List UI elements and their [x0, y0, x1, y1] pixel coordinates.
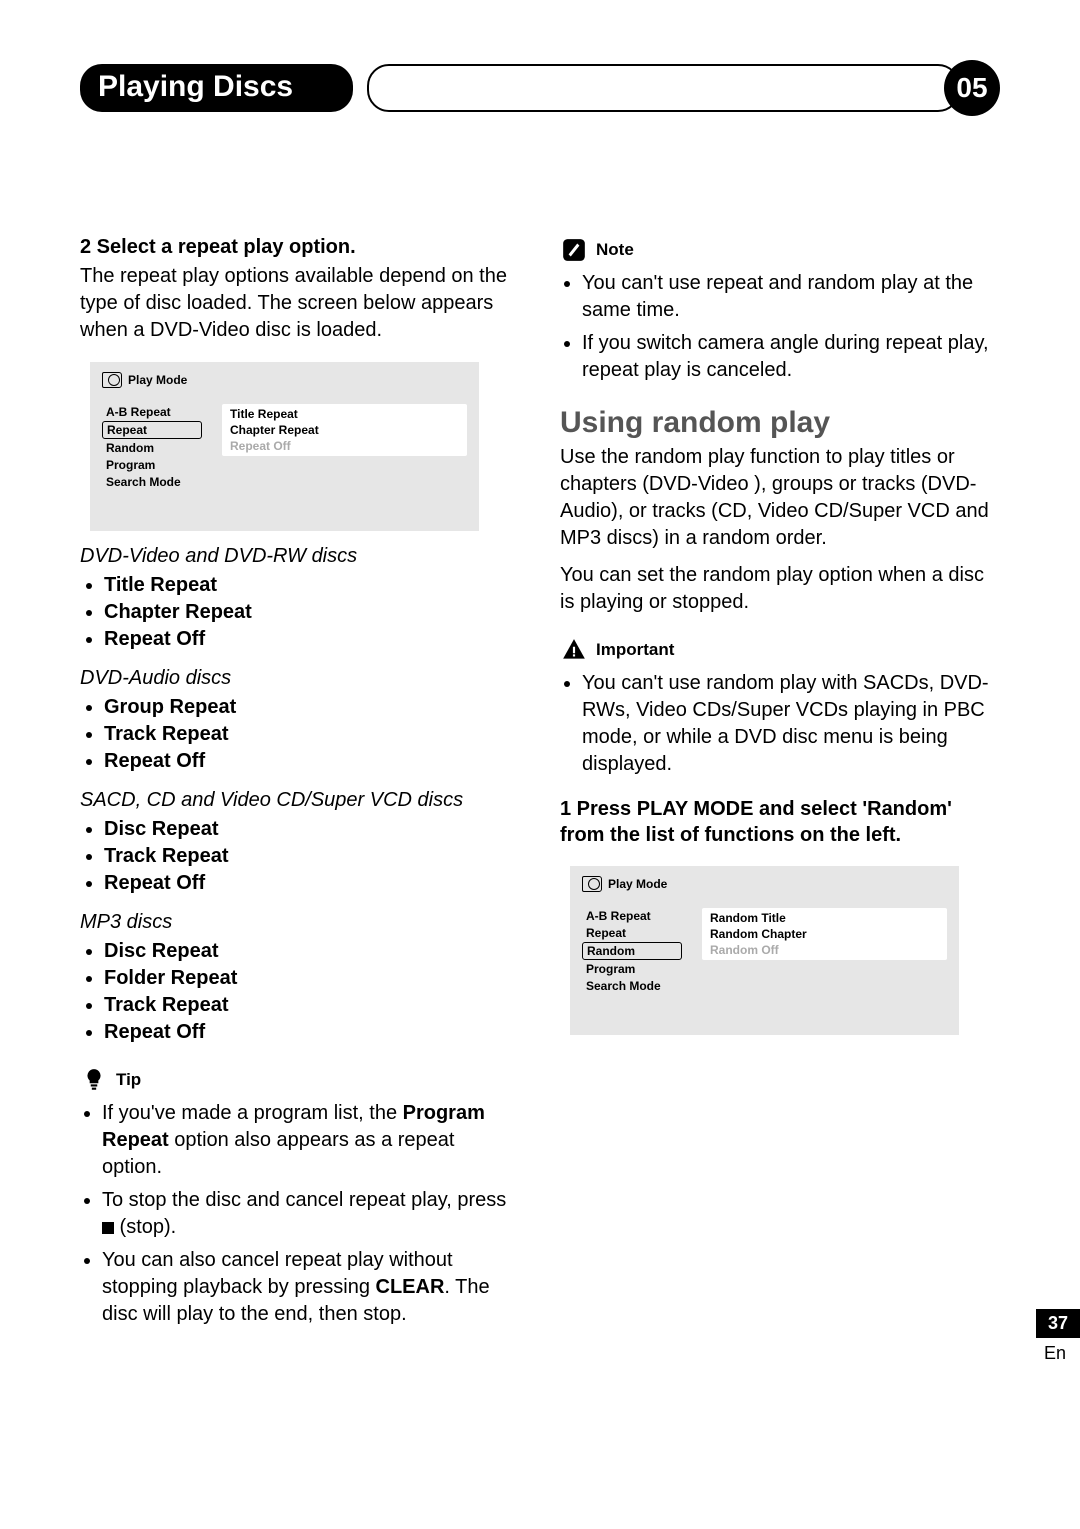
repeat-option: Title Repeat: [104, 572, 520, 599]
osd-menu-item: Repeat: [102, 421, 202, 439]
osd-menu-item: A-B Repeat: [102, 404, 202, 420]
disc-type-label: DVD-Audio discs: [80, 667, 520, 690]
note-icon: [560, 236, 588, 264]
osd-menu-item: Random: [582, 942, 682, 960]
repeat-options-list: Disc RepeatFolder RepeatTrack RepeatRepe…: [80, 938, 520, 1046]
repeat-option: Chapter Repeat: [104, 599, 520, 626]
osd-menu-item: Search Mode: [582, 978, 682, 994]
osd-menu-item: Program: [102, 457, 202, 473]
repeat-option: Group Repeat: [104, 694, 520, 721]
left-column: 2 Select a repeat play option. The repea…: [80, 236, 520, 1346]
osd-option-item: Repeat Off: [230, 438, 459, 454]
osd-title: Play Mode: [608, 877, 667, 891]
important-item: You can't use random play with SACDs, DV…: [582, 670, 1000, 778]
important-icon: [560, 636, 588, 664]
tip-icon: [80, 1066, 108, 1094]
note-label: Note: [596, 240, 634, 260]
osd-right-menu: Random TitleRandom ChapterRandom Off: [702, 908, 947, 960]
osd-option-item: Title Repeat: [230, 406, 459, 422]
tip-item: If you've made a program list, the Progr…: [102, 1100, 520, 1181]
tip-list: If you've made a program list, the Progr…: [80, 1100, 520, 1328]
osd-menu-item: Program: [582, 961, 682, 977]
osd-menu-item: Random: [102, 440, 202, 456]
repeat-option: Repeat Off: [104, 1019, 520, 1046]
repeat-option: Folder Repeat: [104, 965, 520, 992]
important-callout: Important: [560, 636, 1000, 664]
osd-left-menu: A-B RepeatRepeatRandomProgramSearch Mode: [582, 908, 682, 995]
repeat-options-list: Title RepeatChapter RepeatRepeat Off: [80, 572, 520, 653]
repeat-option: Disc Repeat: [104, 938, 520, 965]
note-callout: Note: [560, 236, 1000, 264]
right-column: Note You can't use repeat and random pla…: [560, 236, 1000, 1346]
osd-option-item: Chapter Repeat: [230, 422, 459, 438]
note-item: You can't use repeat and random play at …: [582, 270, 1000, 324]
osd-option-item: Random Title: [710, 910, 939, 926]
osd-screen-repeat: Play Mode A-B RepeatRepeatRandomProgramS…: [90, 362, 479, 531]
random-para-2: You can set the random play option when …: [560, 562, 1000, 616]
important-label: Important: [596, 640, 674, 660]
osd-menu-item: Search Mode: [102, 474, 202, 490]
osd-menu-item: A-B Repeat: [582, 908, 682, 924]
repeat-option: Disc Repeat: [104, 816, 520, 843]
tip-callout: Tip: [80, 1066, 520, 1094]
disc-icon: [102, 372, 122, 388]
repeat-options-list: Disc RepeatTrack RepeatRepeat Off: [80, 816, 520, 897]
osd-right-menu: Title RepeatChapter RepeatRepeat Off: [222, 404, 467, 456]
note-list: You can't use repeat and random play at …: [560, 270, 1000, 384]
step-1-heading: 1 Press PLAY MODE and select 'Random' fr…: [560, 796, 1000, 848]
step-2-body: The repeat play options available depend…: [80, 263, 520, 344]
note-item: If you switch camera angle during repeat…: [582, 330, 1000, 384]
repeat-option: Repeat Off: [104, 626, 520, 653]
disc-type-label: DVD-Video and DVD-RW discs: [80, 545, 520, 568]
disc-type-label: MP3 discs: [80, 911, 520, 934]
repeat-option: Track Repeat: [104, 721, 520, 748]
disc-icon: [582, 876, 602, 892]
random-para-1: Use the random play function to play tit…: [560, 444, 1000, 552]
repeat-option: Repeat Off: [104, 748, 520, 775]
page-header: Playing Discs 05: [80, 60, 1000, 116]
repeat-option: Track Repeat: [104, 992, 520, 1019]
osd-screen-random: Play Mode A-B RepeatRepeatRandomProgramS…: [570, 866, 959, 1035]
osd-option-item: Random Chapter: [710, 926, 939, 942]
important-list: You can't use random play with SACDs, DV…: [560, 670, 1000, 778]
tip-item: You can also cancel repeat play without …: [102, 1247, 520, 1328]
osd-option-item: Random Off: [710, 942, 939, 958]
page-number: 37: [1036, 1309, 1080, 1338]
tip-label: Tip: [116, 1070, 141, 1090]
disc-type-label: SACD, CD and Video CD/Super VCD discs: [80, 789, 520, 812]
osd-title: Play Mode: [128, 373, 187, 387]
section-title-pill: Playing Discs: [80, 64, 353, 112]
tip-item: To stop the disc and cancel repeat play,…: [102, 1187, 520, 1241]
osd-menu-item: Repeat: [582, 925, 682, 941]
random-play-heading: Using random play: [560, 406, 1000, 440]
chapter-number-badge: 05: [944, 60, 1000, 116]
repeat-option: Repeat Off: [104, 870, 520, 897]
osd-left-menu: A-B RepeatRepeatRandomProgramSearch Mode: [102, 404, 202, 491]
repeat-options-list: Group RepeatTrack RepeatRepeat Off: [80, 694, 520, 775]
repeat-option: Track Repeat: [104, 843, 520, 870]
step-2-heading: 2 Select a repeat play option.: [80, 236, 520, 259]
page-language: En: [1044, 1343, 1066, 1364]
header-rule: [367, 64, 960, 112]
